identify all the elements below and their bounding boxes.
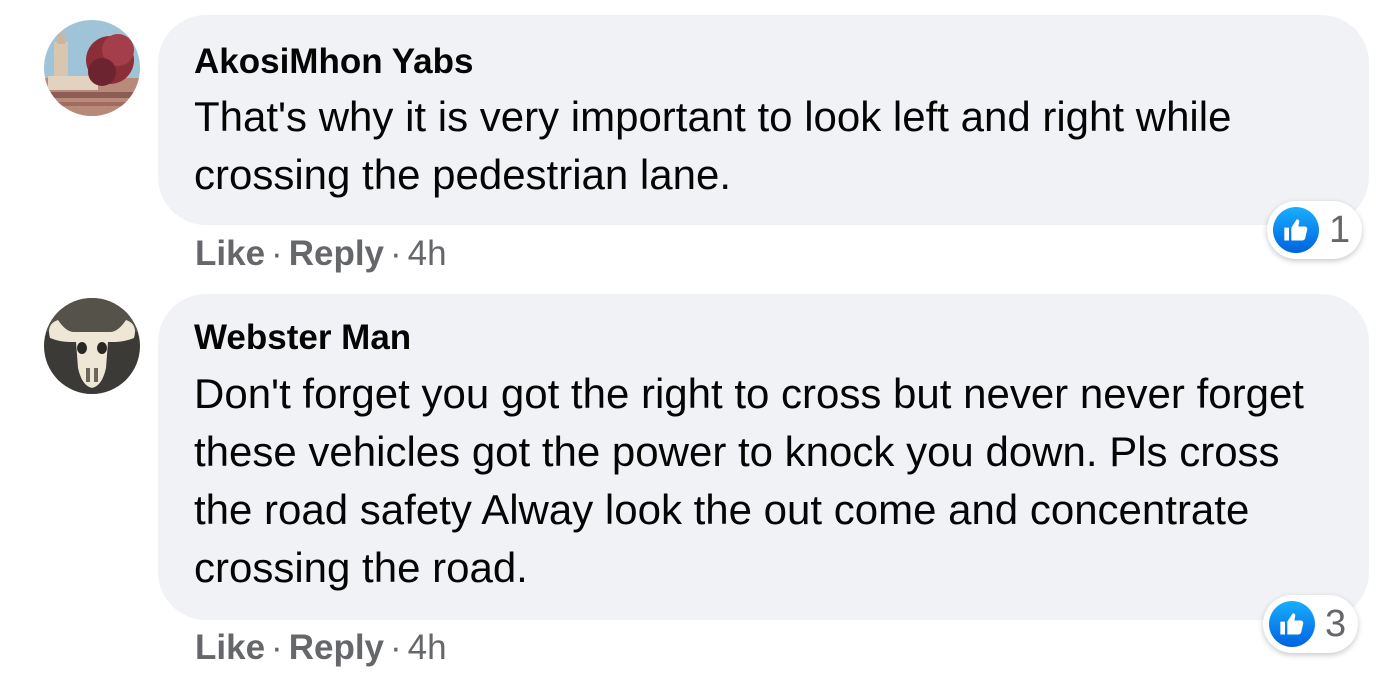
like-button[interactable]: Like bbox=[195, 628, 265, 667]
comment: Webster Man Don't forget you got the rig… bbox=[0, 290, 1390, 678]
comment-bubble: Webster Man Don't forget you got the rig… bbox=[158, 294, 1369, 620]
reaction-count: 3 bbox=[1325, 603, 1347, 645]
like-button[interactable]: Like bbox=[195, 234, 265, 273]
comment-bubble: AkosiMhon Yabs That's why it is very imp… bbox=[158, 15, 1369, 225]
reaction-summary[interactable]: 1 bbox=[1267, 201, 1363, 259]
thumbs-up-icon bbox=[1269, 601, 1315, 647]
separator: · bbox=[390, 628, 402, 667]
timestamp-link[interactable]: 4h bbox=[408, 234, 447, 273]
comment-actions: Like · Reply · 4h bbox=[195, 234, 447, 274]
comment-actions: Like · Reply · 4h bbox=[195, 628, 447, 668]
comment-author[interactable]: AkosiMhon Yabs bbox=[194, 42, 473, 82]
reply-button[interactable]: Reply bbox=[289, 234, 384, 273]
reaction-count: 1 bbox=[1329, 209, 1351, 251]
avatar[interactable] bbox=[44, 20, 140, 116]
separator: · bbox=[271, 628, 283, 667]
reaction-summary[interactable]: 3 bbox=[1263, 595, 1359, 653]
separator: · bbox=[271, 234, 283, 273]
avatar[interactable] bbox=[44, 298, 140, 394]
reply-button[interactable]: Reply bbox=[289, 628, 384, 667]
thumbs-up-icon bbox=[1273, 207, 1319, 253]
comment-author[interactable]: Webster Man bbox=[194, 318, 411, 358]
avatar-photo bbox=[44, 298, 140, 394]
comment: AkosiMhon Yabs That's why it is very imp… bbox=[0, 0, 1390, 290]
timestamp-link[interactable]: 4h bbox=[408, 628, 447, 667]
comment-text: Don't forget you got the right to cross … bbox=[194, 370, 1304, 591]
avatar-photo bbox=[44, 20, 140, 116]
separator: · bbox=[390, 234, 402, 273]
comment-text: That's why it is very important to look … bbox=[194, 93, 1232, 198]
